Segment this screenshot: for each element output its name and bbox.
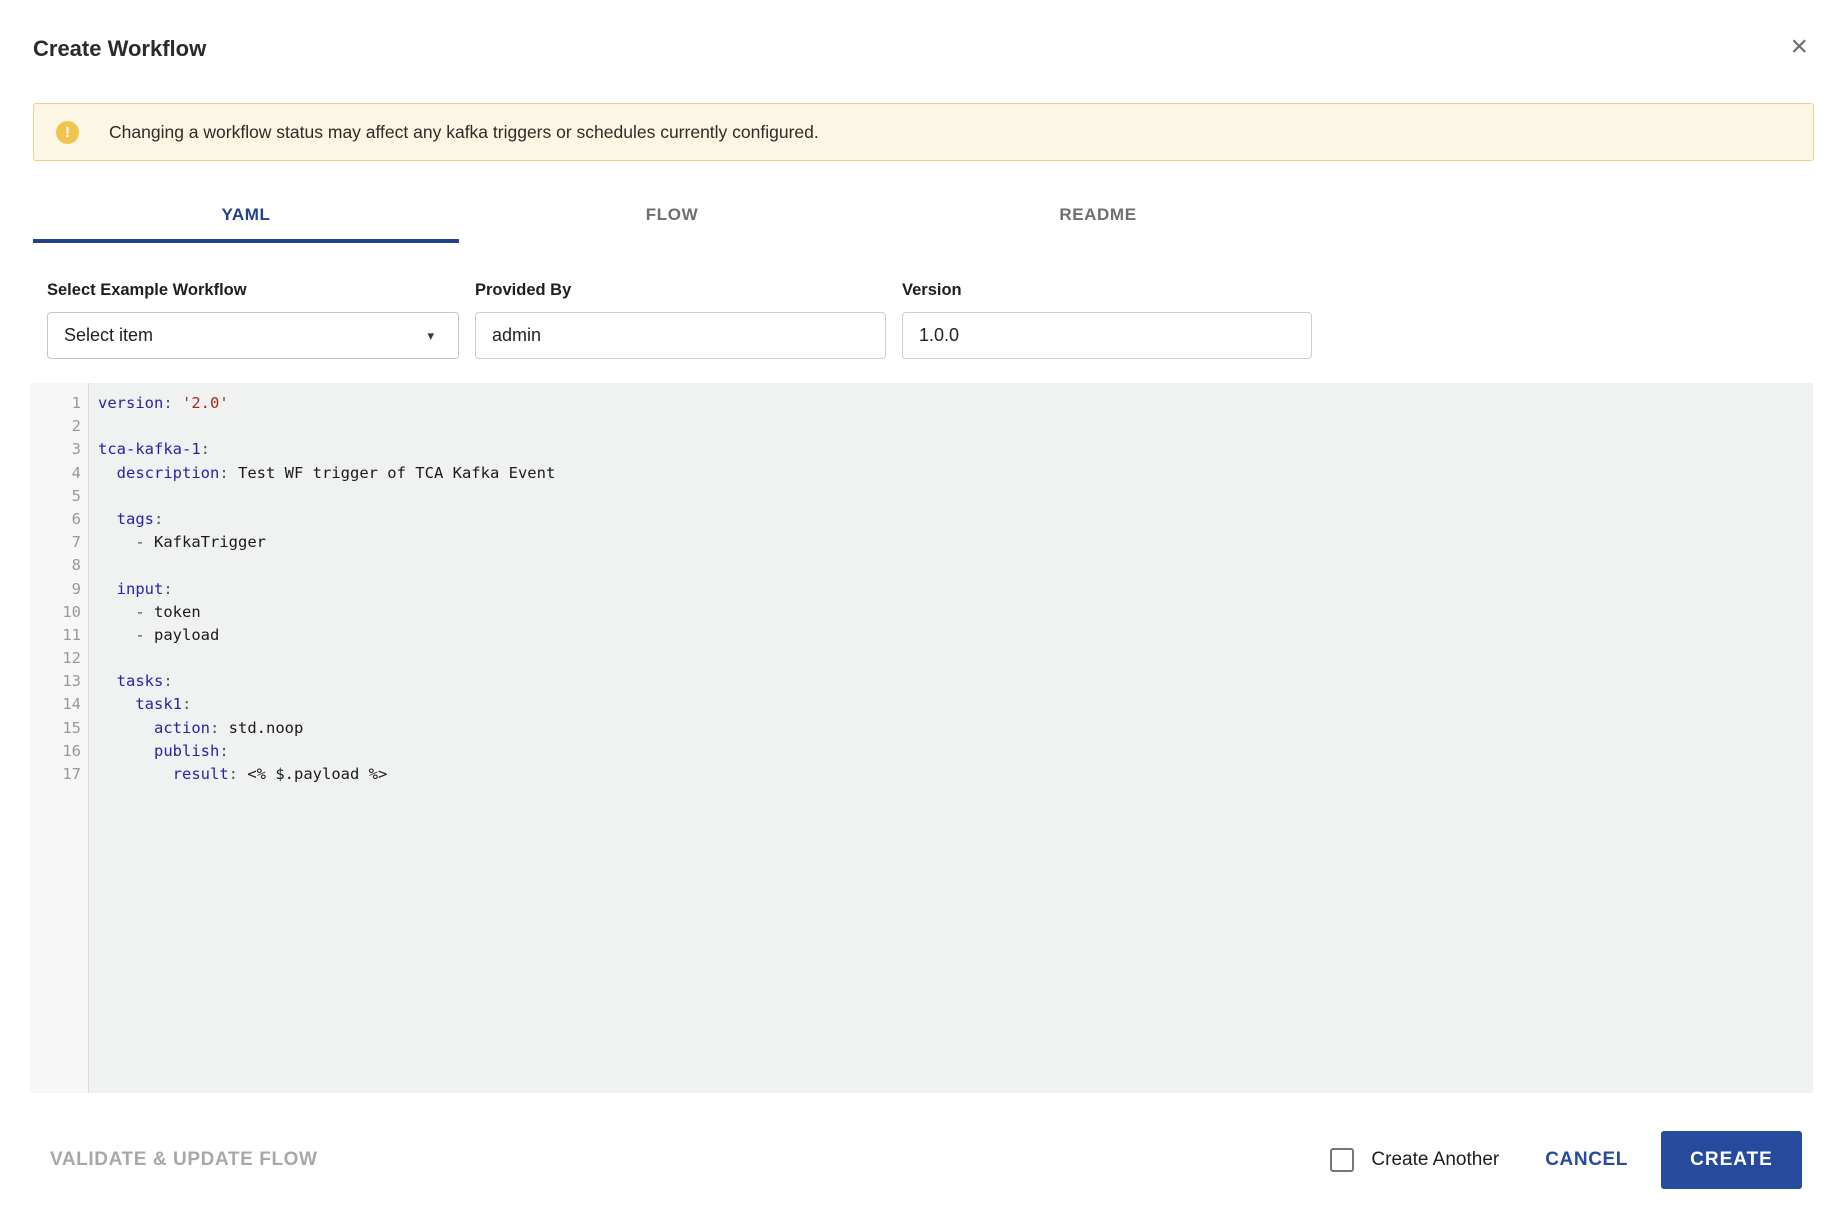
code-line: input:: [116, 579, 173, 598]
line-number: 13: [62, 672, 81, 691]
create-workflow-modal: Create Workflow × ! Changing a workflow …: [0, 0, 1846, 1214]
code-editor[interactable]: 1 2 3 4 5 6 7 8 9 10 11 12 13 14 15 16 17 version: '2.0'…: [30, 383, 1813, 1093]
code-line: tca-kafka-1:: [98, 440, 210, 459]
line-number: 17: [62, 765, 81, 783]
close-icon[interactable]: ×: [1790, 32, 1808, 62]
chevron-down-icon: ▾: [427, 327, 434, 343]
code-line: - KafkaTrigger: [135, 533, 266, 552]
warning-icon: !: [56, 120, 79, 144]
code-line: result: <% $.payload %>: [172, 765, 388, 783]
warning-banner: ! Changing a workflow status may affect …: [33, 103, 1814, 161]
tab-bar: YAML FLOW README: [33, 190, 1311, 243]
code-line: tasks:: [116, 672, 173, 691]
yaml-code-area[interactable]: version: '2.0' tca-kafka-1: description:…: [89, 383, 1813, 1093]
line-number: 16: [62, 741, 81, 760]
footer-actions: Create Another CANCEL CREATE: [1330, 1130, 1802, 1189]
create-another-label: Create Another: [1371, 1148, 1500, 1170]
modal-footer: VALIDATE & UPDATE FLOW Create Another CA…: [0, 1093, 1846, 1214]
line-number: 12: [62, 649, 81, 668]
example-workflow-select[interactable]: Select item ▾: [47, 312, 459, 359]
code-line: - payload: [135, 625, 220, 644]
form-row: Select Example Workflow Select item ▾ Pr…: [47, 280, 1328, 359]
validate-update-flow-button[interactable]: VALIDATE & UPDATE FLOW: [50, 1149, 318, 1171]
line-number: 3: [71, 440, 81, 459]
line-number: 1: [71, 394, 81, 412]
tab-yaml[interactable]: YAML: [33, 190, 459, 243]
line-number: 9: [71, 579, 81, 598]
line-number: 8: [71, 556, 81, 575]
warning-text: Changing a workflow status may affect an…: [109, 121, 819, 142]
version-field: Version: [902, 280, 1312, 359]
select-value: Select item: [64, 325, 154, 345]
line-number: 2: [71, 417, 81, 436]
code-line: action: std.noop: [154, 718, 304, 737]
line-number: 4: [71, 463, 81, 482]
code-line: description: Test WF trigger of TCA Kafk…: [116, 463, 556, 482]
provided-by-input[interactable]: [475, 312, 886, 359]
line-number: 14: [62, 695, 81, 714]
line-number: 11: [62, 625, 81, 644]
code-line: tags:: [116, 509, 164, 528]
example-workflow-field: Select Example Workflow Select item ▾: [47, 280, 459, 359]
tab-flow[interactable]: FLOW: [459, 190, 885, 243]
code-line: version: '2.0': [98, 394, 229, 412]
line-number-gutter: 1 2 3 4 5 6 7 8 9 10 11 12 13 14 15 16 17: [30, 383, 89, 1093]
code-line: task1:: [135, 695, 192, 714]
create-button[interactable]: CREATE: [1661, 1130, 1802, 1189]
code-line: - token: [135, 602, 201, 621]
line-number: 10: [62, 602, 81, 621]
line-number: 6: [71, 509, 81, 528]
line-number: 5: [71, 486, 81, 505]
example-workflow-label: Select Example Workflow: [47, 281, 247, 299]
code-line: publish:: [154, 741, 229, 760]
version-input[interactable]: [902, 312, 1312, 359]
provided-by-label: Provided By: [475, 281, 572, 299]
version-label: Version: [902, 281, 962, 299]
page-title: Create Workflow: [33, 36, 207, 61]
create-another-checkbox[interactable]: [1330, 1147, 1355, 1172]
provided-by-field: Provided By: [475, 280, 886, 359]
cancel-button[interactable]: CANCEL: [1545, 1149, 1628, 1171]
line-number: 7: [71, 533, 81, 552]
line-number: 15: [62, 718, 81, 737]
tab-readme[interactable]: README: [885, 190, 1311, 243]
